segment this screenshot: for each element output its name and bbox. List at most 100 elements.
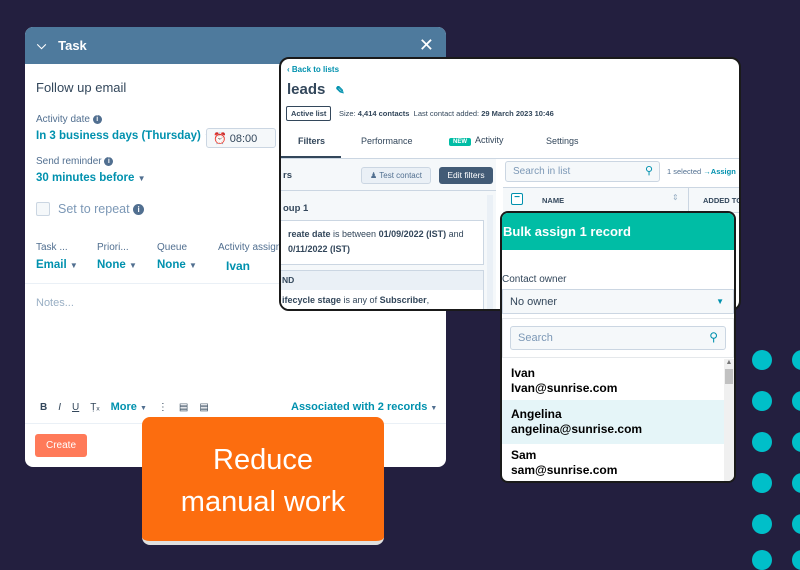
dot	[752, 391, 772, 411]
select-all-checkbox[interactable]: −	[511, 193, 523, 205]
tab-performance[interactable]: Performance	[361, 136, 413, 146]
owner-search-placeholder: Search	[518, 332, 553, 344]
italic-icon[interactable]: I	[58, 402, 61, 413]
list-search-placeholder: Search in list	[513, 166, 571, 177]
repeat-label-text: Set to repeat	[58, 202, 130, 216]
cond1-and: and	[446, 229, 464, 239]
reminder-dropdown[interactable]: 30 minutes before ▼	[36, 172, 146, 184]
promo-banner: Reduce manual work	[142, 417, 384, 545]
info-icon: i	[133, 204, 145, 216]
test-contact-label: Test contact	[379, 171, 422, 180]
sidebar-scrollbar[interactable]	[487, 195, 493, 309]
col-added[interactable]: ADDED TO	[703, 196, 739, 205]
assign-link[interactable]: →Assign	[703, 167, 736, 176]
back-to-lists-link[interactable]: ‹ Back to lists	[287, 65, 339, 74]
tab-settings[interactable]: Settings	[546, 136, 579, 146]
filter-condition-1[interactable]: reate date is between 01/09/2022 (IST) a…	[281, 220, 484, 265]
owner-name: Ivan	[511, 366, 536, 380]
document-icon[interactable]: ▤	[199, 402, 208, 413]
dot	[792, 432, 800, 452]
repeat-checkbox[interactable]	[36, 202, 50, 216]
tab-activity[interactable]: NEW Activity	[449, 135, 504, 146]
back-label: Back to lists	[291, 65, 340, 74]
dot	[792, 550, 800, 570]
dot	[792, 350, 800, 370]
col-name[interactable]: NAME	[542, 196, 564, 205]
assignee-dropdown[interactable]: Ivan	[226, 259, 250, 273]
dot	[792, 473, 800, 493]
close-icon[interactable]: ✕	[419, 35, 434, 56]
scroll-up-icon[interactable]: ▲	[724, 359, 734, 367]
selected-count: 1 selected	[667, 167, 702, 176]
sort-icon[interactable]: ⇕	[672, 193, 679, 202]
clear-format-icon[interactable]: Ṭₓ	[90, 402, 99, 413]
test-contact-button[interactable]: ♟ Test contact	[361, 167, 431, 184]
dot	[752, 550, 772, 570]
person-icon: ♟	[370, 171, 378, 180]
owner-list-scrollbar[interactable]: ▲	[724, 359, 734, 481]
cond2-value: Subscriber	[379, 295, 427, 305]
dot	[752, 350, 772, 370]
owner-email: sam@sunrise.com	[511, 463, 618, 477]
activity-date-value: In 3 business days (Thursday)	[36, 130, 201, 142]
priority-value: None	[97, 259, 126, 271]
info-icon: i	[92, 114, 102, 124]
divider	[281, 190, 496, 191]
owner-option[interactable]: Ivan Ivan@sunrise.com	[502, 359, 724, 403]
chevron-down-icon[interactable]: ⌵	[37, 38, 46, 53]
filter-condition-2[interactable]: ifecycle stage is any of Subscriber,	[281, 290, 483, 309]
search-icon[interactable]: ⚲	[709, 330, 718, 344]
contact-owner-value: No owner	[510, 296, 558, 308]
priority-label: Priori...	[97, 242, 129, 253]
dot	[792, 514, 800, 534]
image-icon[interactable]: ▤	[179, 402, 188, 413]
associated-label: Associated with 2 records	[291, 401, 428, 413]
caret-down-icon: ▼	[716, 297, 724, 306]
filters-title: rs	[283, 170, 292, 181]
edit-filters-button[interactable]: Edit filters	[439, 167, 493, 184]
task-type-dropdown[interactable]: Email ▼	[36, 259, 78, 271]
contact-owner-dropdown[interactable]: No owner ▼	[502, 289, 734, 314]
reminder-value: 30 minutes before	[36, 172, 135, 184]
col-divider	[688, 187, 689, 213]
owner-option[interactable]: Sam sam@sunrise.com	[502, 441, 724, 481]
bold-icon[interactable]: B	[40, 402, 47, 413]
caret-down-icon: ▼	[69, 261, 78, 270]
owner-option[interactable]: Angelina angelina@sunrise.com	[502, 400, 724, 444]
task-name-input[interactable]: Follow up email	[36, 80, 126, 95]
cond1-end: 0/11/2022 (IST)	[288, 244, 351, 254]
dot	[752, 432, 772, 452]
scroll-thumb[interactable]	[725, 369, 733, 384]
dot	[752, 473, 772, 493]
snippet-icon[interactable]: ⋮	[158, 402, 168, 413]
assign-label: Assign	[710, 167, 736, 176]
time-input[interactable]: ⏰ 08:00	[206, 128, 276, 148]
cond1-start: 01/09/2022 (IST)	[378, 229, 447, 239]
notes-input[interactable]: Notes...	[36, 297, 74, 309]
banner-line-1: Reduce	[213, 444, 313, 476]
dot	[792, 391, 800, 411]
last-added-label: Last contact added:	[413, 109, 480, 118]
search-icon[interactable]: ⚲	[645, 164, 653, 177]
activity-date-label-text: Activity date	[36, 114, 90, 125]
tab-filters[interactable]: Filters	[298, 136, 325, 146]
activity-date-dropdown[interactable]: In 3 business days (Thursday) ▼	[36, 130, 212, 142]
owner-search-input[interactable]: Search ⚲	[510, 326, 726, 350]
bulk-assign-panel: Bulk assign 1 record Contact owner No ow…	[500, 211, 736, 483]
caret-down-icon: ▼	[137, 174, 146, 183]
list-title-text: leads	[287, 81, 326, 98]
underline-icon[interactable]: U	[72, 402, 79, 413]
associated-dropdown[interactable]: Associated with 2 records ▼	[291, 401, 437, 413]
and-group: ND ifecycle stage is any of Subscriber,	[281, 270, 484, 309]
queue-dropdown[interactable]: None ▼	[157, 259, 197, 271]
queue-value: None	[157, 259, 186, 271]
caret-down-icon: ▼	[188, 261, 197, 270]
selection-info: 1 selected →Assign	[667, 167, 736, 176]
list-search-input[interactable]: Search in list ⚲	[505, 161, 660, 182]
create-button[interactable]: Create	[35, 434, 87, 457]
edit-pencil-icon[interactable]: ✎	[336, 85, 345, 97]
more-dropdown[interactable]: More ▼	[111, 401, 147, 413]
priority-dropdown[interactable]: None ▼	[97, 259, 137, 271]
time-value: 08:00	[229, 133, 258, 145]
bulk-assign-title: Bulk assign 1 record	[502, 213, 734, 250]
